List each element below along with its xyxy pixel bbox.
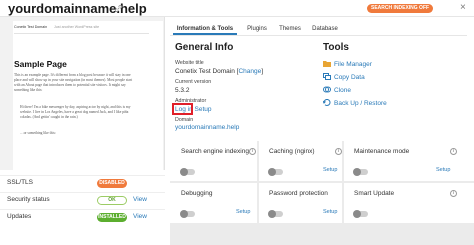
caching-setup-link[interactable]: Setup (323, 167, 337, 173)
folder-icon (323, 61, 331, 67)
version-label: Current version (175, 79, 212, 85)
tab-plugins[interactable]: Plugins (243, 23, 271, 35)
setting-title: Maintenance mode (354, 148, 410, 155)
preview-divider (14, 33, 149, 34)
copy-data-tool[interactable]: Copy Data (323, 73, 365, 81)
toggle-knob (268, 167, 276, 176)
login-highlight (172, 103, 193, 115)
tool-label: Back Up / Restore (334, 100, 387, 107)
tools-heading: Tools (323, 42, 349, 53)
domain-link[interactable]: yourdomainname.help (175, 124, 239, 131)
setting-title: Debugging (181, 190, 213, 197)
setting-debugging: Debugging Setup (170, 183, 257, 223)
maintenance-toggle[interactable] (353, 167, 368, 176)
clone-tool[interactable]: Clone (323, 86, 351, 94)
status-row-ssl: SSL/TLS DISABLED (0, 175, 165, 191)
status-label: Security status (7, 196, 50, 203)
domain-label: Domain (175, 117, 194, 123)
preview-site-title: Conetix Test Domain (14, 25, 48, 29)
top-bar: yourdomainname.help SEARCH INDEXING OFF … (0, 0, 474, 17)
debugging-toggle[interactable] (180, 209, 195, 218)
tab-divider (170, 35, 467, 36)
file-manager-tool[interactable]: File Manager (323, 60, 372, 68)
status-row-security: Security status OK View (0, 192, 165, 208)
preview-page (13, 21, 163, 170)
updates-status-badge: INSTALLED (97, 213, 127, 222)
ssl-status-badge: DISABLED (97, 179, 127, 188)
version-value: 5.3.2 (175, 87, 190, 94)
left-column: Conetix Test Domain Just another WordPre… (0, 17, 165, 245)
website-title-text: Conetix Test Domain (175, 68, 235, 75)
site-preview[interactable]: Conetix Test Domain Just another WordPre… (0, 17, 165, 170)
setting-caching: Caching (nginx) i Setup (259, 141, 342, 181)
search-indexing-toggle[interactable] (180, 167, 195, 176)
info-icon[interactable]: i (450, 190, 457, 197)
status-row-updates: Updates INSTALLED View (0, 209, 165, 225)
backup-restore-tool[interactable]: Back Up / Restore (323, 99, 387, 107)
website-title-label: Website title (175, 60, 204, 66)
info-icon[interactable]: i (249, 148, 256, 155)
preview-paragraph: This is an example page. It's different … (14, 73, 133, 92)
tool-label: Copy Data (334, 74, 365, 81)
tool-label: File Manager (334, 61, 372, 68)
toggle-knob (180, 167, 188, 176)
setting-title: Search engine indexing (181, 148, 249, 155)
setting-search-engine-indexing: Search engine indexing i (170, 141, 257, 181)
website-title-value: Conetix Test Domain [Change] (175, 68, 264, 75)
status-label: Updates (7, 213, 32, 220)
clone-icon (323, 86, 331, 93)
setting-title: Smart Update (354, 190, 395, 197)
toggle-knob (268, 209, 276, 218)
setting-maintenance-mode: Maintenance mode i Setup (344, 141, 474, 181)
password-protection-toggle[interactable] (268, 209, 283, 218)
setting-smart-update: Smart Update i (344, 183, 474, 223)
status-label: SSL/TLS (7, 179, 34, 186)
backup-icon (323, 99, 331, 106)
copy-icon (323, 73, 331, 80)
admin-setup-link[interactable]: Setup (195, 106, 212, 113)
preview-quote: Hi there! I'm a bike messenger by day, a… (20, 105, 131, 119)
debugging-setup-link[interactable]: Setup (236, 209, 250, 215)
link-icon[interactable] (114, 4, 123, 13)
maintenance-setup-link[interactable]: Setup (436, 167, 450, 173)
general-info-heading: General Info (175, 42, 234, 53)
setting-title: Password protection (269, 190, 328, 197)
smart-update-toggle[interactable] (353, 209, 368, 218)
toggle-knob (180, 209, 188, 218)
security-view-link[interactable]: View (133, 196, 147, 203)
close-icon[interactable]: × (460, 2, 466, 13)
site-name[interactable]: yourdomainname.help (8, 1, 147, 16)
setting-title: Caching (nginx) (269, 148, 315, 155)
toggle-knob (353, 167, 361, 176)
tool-label: Clone (334, 87, 351, 94)
search-indexing-badge: SEARCH INDEXING OFF (367, 4, 434, 13)
tab-themes[interactable]: Themes (276, 23, 304, 35)
info-icon[interactable]: i (450, 148, 457, 155)
updates-view-link[interactable]: View (133, 213, 147, 220)
tab-database[interactable]: Database (309, 23, 341, 35)
preview-tagline: Just another WordPress site (54, 25, 100, 29)
caching-toggle[interactable] (268, 167, 283, 176)
info-icon[interactable]: i (335, 148, 342, 155)
change-title-link[interactable]: Change (238, 68, 261, 75)
preview-heading: Sample Page (14, 59, 67, 69)
password-setup-link[interactable]: Setup (323, 209, 337, 215)
preview-paragraph: …or something like this: (20, 131, 56, 135)
tab-information-tools[interactable]: Information & Tools (173, 23, 237, 35)
setting-password-protection: Password protection Setup (259, 183, 342, 223)
security-status-badge: OK (97, 196, 127, 205)
toggle-knob (353, 209, 361, 218)
